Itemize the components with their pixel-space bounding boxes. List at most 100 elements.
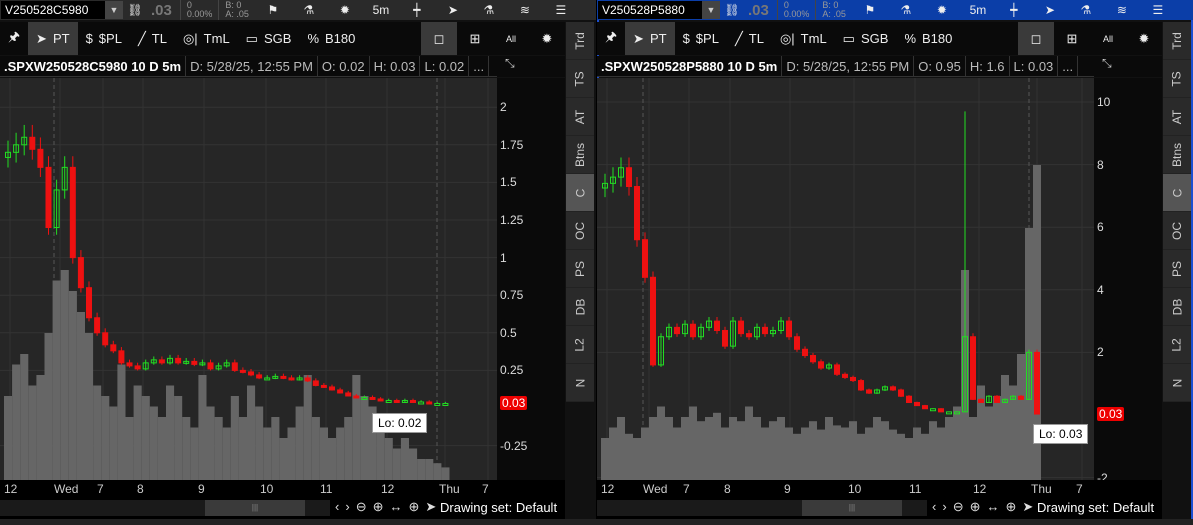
flask-icon[interactable]: ⚗ <box>888 3 924 17</box>
scroll-right-icon[interactable]: › <box>942 499 946 515</box>
zoom-out-icon[interactable]: ⊖ <box>953 499 964 515</box>
pan-icon[interactable]: ↔ <box>390 499 403 515</box>
scroll-right-icon[interactable]: › <box>345 499 349 515</box>
side-tab-c[interactable]: C <box>566 174 594 212</box>
chart-canvas[interactable] <box>597 78 1094 480</box>
tool-pt-button[interactable]: ➤ PT <box>28 22 78 55</box>
side-tab-db[interactable]: DB <box>1163 288 1191 326</box>
side-tab-ts[interactable]: TS <box>566 60 594 98</box>
tool-b180-button[interactable]: % B180 <box>896 22 960 55</box>
tool-tl-button[interactable]: ╱ TL <box>130 22 175 55</box>
side-tab-label: Btns <box>572 142 587 167</box>
side-tab-l2[interactable]: L2 <box>566 326 594 364</box>
tool-b180-button[interactable]: % B180 <box>299 22 363 55</box>
side-tab-btns[interactable]: Btns <box>566 136 594 174</box>
crosshair-icon[interactable]: ⊕ <box>1006 499 1017 515</box>
zoom-out-icon[interactable]: ⊖ <box>356 499 367 515</box>
candle-style-icon[interactable]: ┿ <box>399 3 435 17</box>
tool-sgb-button[interactable]: ▭ SGB <box>835 22 897 55</box>
crosshair-icon[interactable]: ⊕ <box>409 499 420 515</box>
expand-collapse-icon[interactable]: ⤡ <box>1094 56 1162 77</box>
grid-layout-icon[interactable]: ⊞ <box>457 22 493 55</box>
single-layout-icon[interactable]: ◻ <box>421 22 457 55</box>
interval-button[interactable]: 5m <box>960 3 996 17</box>
symbol-header: V250528P5880 ▼ ⛓ .03 0 0.00% B: 0 A: .05 ⚑ ⚗ ✹ 5m ┿ ➤… <box>597 0 1193 20</box>
tool-pl-button[interactable]: $ $PL <box>675 22 727 55</box>
expand-collapse-icon[interactable]: ⤡ <box>497 56 565 77</box>
volume-bar <box>953 406 961 480</box>
candle-body <box>102 332 109 346</box>
price-axis[interactable]: 10 8 6 4 2 -2 0.03 <box>1094 78 1162 485</box>
scroll-thumb[interactable]: ||| <box>802 500 902 516</box>
volume-bar <box>336 427 345 480</box>
side-tab-trd[interactable]: Trd <box>566 22 594 60</box>
menu-icon[interactable]: ☰ <box>1140 3 1176 17</box>
pointer-icon[interactable]: ➤ <box>1022 499 1033 515</box>
price-axis[interactable]: 2 1.75 1.5 1.25 1 0.75 0.5 0.25 -0.25 0.03 <box>497 78 565 480</box>
candle-body <box>762 326 768 335</box>
side-tab-l2[interactable]: L2 <box>1163 326 1191 364</box>
link-icon[interactable]: ⛓ <box>127 3 143 17</box>
scroll-left-icon[interactable]: ‹ <box>932 499 936 515</box>
symbol-dropdown-icon[interactable]: ▼ <box>702 1 720 19</box>
tool-sgb-button[interactable]: ▭ SGB <box>238 22 300 55</box>
grid-layout-icon[interactable]: ⊞ <box>1054 22 1090 55</box>
drawing-set-selector[interactable]: Drawing set: Default <box>1037 500 1154 515</box>
side-tab-btns[interactable]: Btns <box>1163 136 1191 174</box>
link-icon[interactable]: ⛓ <box>724 3 740 17</box>
pan-icon[interactable]: ↔ <box>987 499 1000 515</box>
alert-icon[interactable]: ⚑ <box>255 3 291 17</box>
side-tab-at[interactable]: AT <box>566 98 594 136</box>
study-flask-icon[interactable]: ⚗ <box>471 3 507 17</box>
scroll-left-icon[interactable]: ‹ <box>335 499 339 515</box>
tool-tml-button[interactable]: ◎| TmL <box>175 22 238 55</box>
side-tab-db[interactable]: DB <box>566 288 594 326</box>
interval-button[interactable]: 5m <box>363 3 399 17</box>
cursor-icon[interactable]: ➤ <box>435 3 471 17</box>
volume-bar <box>657 406 665 480</box>
symbol-input[interactable]: V250528P5880 <box>598 1 702 19</box>
drawing-icon[interactable]: ≋ <box>1104 3 1140 17</box>
menu-icon[interactable]: ☰ <box>543 3 579 17</box>
alert-icon[interactable]: ⚑ <box>852 3 888 17</box>
side-tab-at[interactable]: AT <box>1163 98 1191 136</box>
side-tab-oc[interactable]: OC <box>566 212 594 250</box>
price-chart[interactable] <box>597 78 1094 480</box>
side-tab-oc[interactable]: OC <box>1163 212 1191 250</box>
candle-body <box>1018 395 1024 400</box>
side-tab-ts[interactable]: TS <box>1163 60 1191 98</box>
zoom-in-icon[interactable]: ⊕ <box>970 499 981 515</box>
gear-icon[interactable]: ✹ <box>327 3 363 17</box>
side-tab-ps[interactable]: PS <box>1163 250 1191 288</box>
tool-tml-button[interactable]: ◎| TmL <box>772 22 835 55</box>
price-tick: 1.5 <box>500 175 517 190</box>
all-button[interactable]: All <box>1090 22 1126 55</box>
zoom-in-icon[interactable]: ⊕ <box>373 499 384 515</box>
volume-bar <box>174 396 183 480</box>
tool-pin-button[interactable]: 🖈 <box>0 22 28 55</box>
settings-gear-icon[interactable]: ✹ <box>529 22 565 55</box>
pointer-icon[interactable]: ➤ <box>425 499 436 515</box>
side-tab-n[interactable]: N <box>566 364 594 402</box>
settings-gear-icon[interactable]: ✹ <box>1126 22 1162 55</box>
single-layout-icon[interactable]: ◻ <box>1018 22 1054 55</box>
candle-style-icon[interactable]: ┿ <box>996 3 1032 17</box>
study-flask-icon[interactable]: ⚗ <box>1068 3 1104 17</box>
flask-icon[interactable]: ⚗ <box>291 3 327 17</box>
symbol-dropdown-icon[interactable]: ▼ <box>105 1 123 19</box>
cursor-icon[interactable]: ➤ <box>1032 3 1068 17</box>
tool-pl-button[interactable]: $ $PL <box>78 22 130 55</box>
side-tab-trd[interactable]: Trd <box>1163 22 1191 60</box>
tool-pt-button[interactable]: ➤ PT <box>625 22 675 55</box>
all-button[interactable]: All <box>493 22 529 55</box>
drawing-icon[interactable]: ≋ <box>507 3 543 17</box>
tool-pin-button[interactable]: 🖈 <box>597 22 625 55</box>
tool-tl-button[interactable]: ╱ TL <box>727 22 772 55</box>
side-tab-c[interactable]: C <box>1163 174 1191 212</box>
drawing-set-selector[interactable]: Drawing set: Default <box>440 500 557 515</box>
gear-icon[interactable]: ✹ <box>924 3 960 17</box>
symbol-input[interactable]: V250528C5980 <box>1 1 105 19</box>
side-tab-ps[interactable]: PS <box>566 250 594 288</box>
scroll-thumb[interactable]: ||| <box>205 500 305 516</box>
side-tab-n[interactable]: N <box>1163 364 1191 402</box>
